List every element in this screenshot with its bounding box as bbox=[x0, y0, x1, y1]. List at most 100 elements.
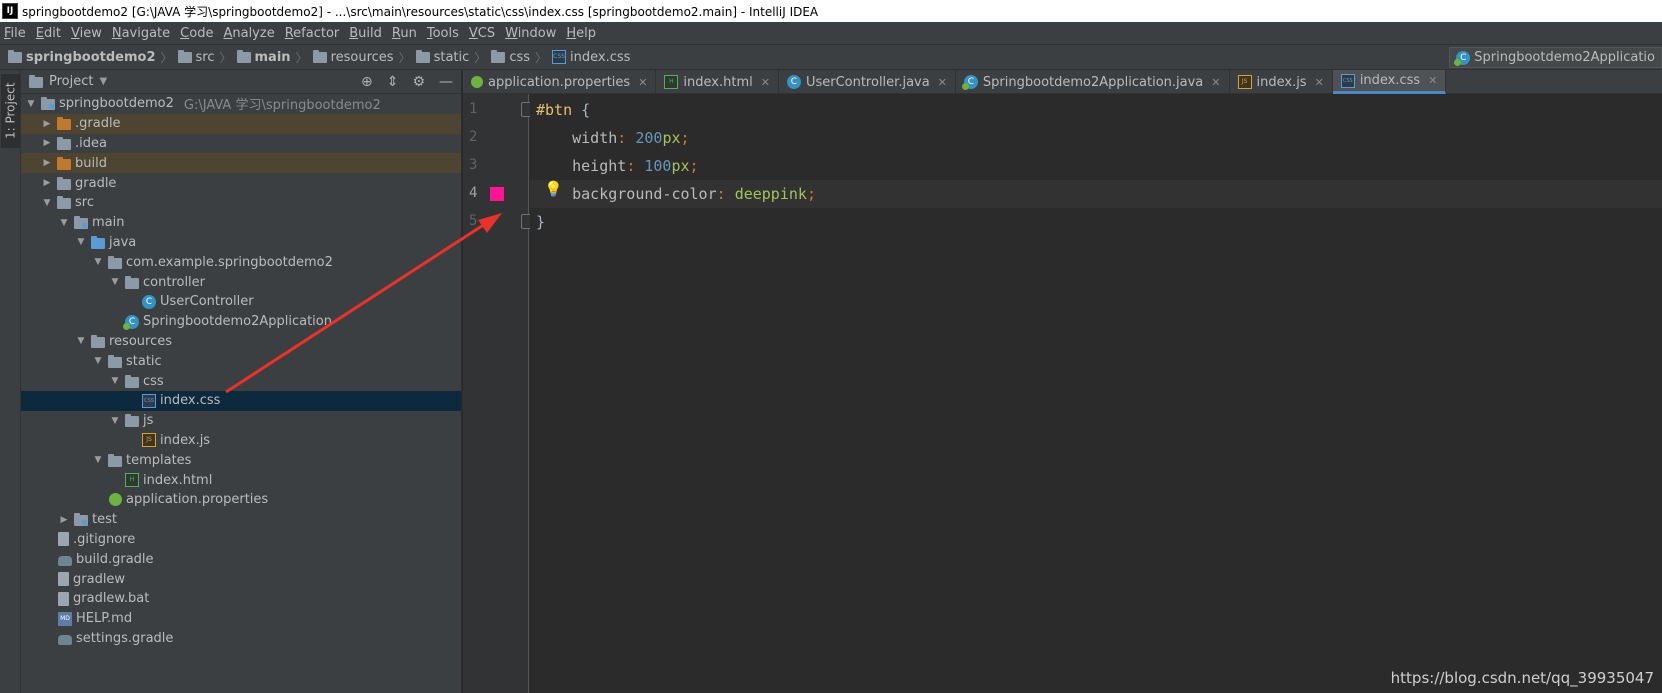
css-unit: px bbox=[662, 129, 681, 147]
breadcrumb-css[interactable]: css bbox=[509, 50, 530, 65]
menu-run[interactable]: Run bbox=[392, 26, 417, 41]
breadcrumb-static[interactable]: static bbox=[434, 50, 470, 65]
code-editor[interactable]: #btn { width: 200px; height: 100px; back… bbox=[530, 94, 1662, 693]
expanded-arrow-icon[interactable]: ▼ bbox=[109, 376, 121, 386]
tree-row-gradlew-bat[interactable]: gradlew.bat bbox=[21, 589, 461, 609]
tree-row-root[interactable]: ▼ springbootdemo2 G:\JAVA 学习\springbootd… bbox=[21, 94, 461, 114]
tree-row-test[interactable]: ▶ test bbox=[21, 510, 461, 530]
expanded-arrow-icon[interactable]: ▼ bbox=[75, 336, 87, 346]
tree-row-index-js[interactable]: JS index.js bbox=[21, 431, 461, 451]
tree-label: springbootdemo2 bbox=[59, 96, 174, 112]
breadcrumb-src[interactable]: src bbox=[196, 50, 215, 65]
run-configuration-selector[interactable]: C Springbootdemo2Applicatio bbox=[1449, 47, 1662, 68]
collapsed-arrow-icon[interactable]: ▶ bbox=[41, 138, 53, 148]
close-icon[interactable]: ✕ bbox=[638, 76, 647, 89]
css-selector: #btn bbox=[536, 101, 573, 119]
breadcrumb-main[interactable]: main bbox=[255, 50, 291, 65]
expanded-arrow-icon[interactable]: ▼ bbox=[109, 416, 121, 426]
collapse-all-icon[interactable]: ⇕ bbox=[387, 74, 399, 90]
expanded-arrow-icon[interactable]: ▼ bbox=[92, 257, 104, 267]
tree-row-usercontroller[interactable]: C UserController bbox=[21, 292, 461, 312]
project-tool-window-tab[interactable]: 1: Project bbox=[1, 74, 20, 148]
tab-label: UserController.java bbox=[805, 74, 930, 90]
tree-row-main[interactable]: ▼ main bbox=[21, 213, 461, 233]
tree-row-application-properties[interactable]: application.properties bbox=[21, 490, 461, 510]
expanded-arrow-icon[interactable]: ▼ bbox=[92, 356, 104, 366]
hide-minus-icon[interactable]: — bbox=[439, 74, 453, 90]
expanded-arrow-icon[interactable]: ▼ bbox=[92, 455, 104, 465]
tree-row-idea[interactable]: ▶ .idea bbox=[21, 134, 461, 154]
menu-code[interactable]: Code bbox=[180, 26, 213, 41]
tree-label: src bbox=[75, 195, 94, 211]
text-file-icon bbox=[58, 532, 69, 547]
expanded-arrow-icon[interactable]: ▼ bbox=[25, 99, 37, 109]
tree-row-gradle[interactable]: ▶ gradle bbox=[21, 173, 461, 193]
project-panel-title[interactable]: Project bbox=[49, 74, 93, 89]
menu-vcs[interactable]: VCS bbox=[469, 26, 495, 41]
css-property: background-color bbox=[572, 185, 717, 203]
tree-row-gradlew[interactable]: gradlew bbox=[21, 569, 461, 589]
collapsed-arrow-icon[interactable]: ▶ bbox=[41, 119, 53, 129]
tree-label: settings.gradle bbox=[76, 630, 174, 646]
collapsed-arrow-icon[interactable]: ▶ bbox=[41, 178, 53, 188]
menu-edit[interactable]: Edit bbox=[36, 26, 61, 41]
collapsed-arrow-icon[interactable]: ▶ bbox=[58, 515, 70, 525]
breadcrumb-resources[interactable]: resources bbox=[331, 50, 394, 65]
gear-icon[interactable]: ⚙ bbox=[412, 74, 425, 90]
expanded-arrow-icon[interactable]: ▼ bbox=[75, 237, 87, 247]
run-config-label: Springbootdemo2Applicatio bbox=[1474, 50, 1655, 65]
tree-row-css-folder[interactable]: ▼ css bbox=[21, 371, 461, 391]
menu-window[interactable]: Window bbox=[505, 26, 556, 41]
lightbulb-icon[interactable]: 💡 bbox=[544, 180, 563, 198]
tree-row-java[interactable]: ▼ java bbox=[21, 233, 461, 253]
menu-refactor[interactable]: Refactor bbox=[285, 26, 340, 41]
tree-row-templates[interactable]: ▼ templates bbox=[21, 450, 461, 470]
code-line-2: width: 200px; bbox=[572, 129, 690, 147]
collapsed-arrow-icon[interactable]: ▶ bbox=[41, 158, 53, 168]
tree-row-src[interactable]: ▼ src bbox=[21, 193, 461, 213]
menu-tools[interactable]: Tools bbox=[427, 26, 459, 41]
color-swatch-icon[interactable] bbox=[490, 187, 504, 201]
menu-analyze[interactable]: Analyze bbox=[223, 26, 274, 41]
tree-row-package[interactable]: ▼ com.example.springbootdemo2 bbox=[21, 252, 461, 272]
close-icon[interactable]: ✕ bbox=[938, 76, 947, 89]
folder-icon bbox=[125, 374, 139, 388]
expanded-arrow-icon[interactable]: ▼ bbox=[109, 277, 121, 287]
breadcrumb-project[interactable]: springbootdemo2 bbox=[26, 50, 156, 65]
expanded-arrow-icon[interactable]: ▼ bbox=[41, 198, 53, 208]
tree-row-controller[interactable]: ▼ controller bbox=[21, 272, 461, 292]
expanded-arrow-icon[interactable]: ▼ bbox=[58, 218, 70, 228]
tab-label: Springbootdemo2Application.java bbox=[982, 74, 1204, 90]
close-icon[interactable]: ✕ bbox=[1315, 76, 1324, 89]
tree-row-static[interactable]: ▼ static bbox=[21, 351, 461, 371]
tab-index-html[interactable]: H index.html ✕ bbox=[656, 70, 779, 94]
tree-row-resources[interactable]: ▼ resources bbox=[21, 332, 461, 352]
close-icon[interactable]: ✕ bbox=[1211, 76, 1220, 89]
menu-file[interactable]: File bbox=[4, 26, 26, 41]
tree-row-gitignore[interactable]: .gitignore bbox=[21, 530, 461, 550]
tab-usercontroller-java[interactable]: C UserController.java ✕ bbox=[779, 70, 956, 94]
tab-application-java[interactable]: C Springbootdemo2Application.java ✕ bbox=[956, 70, 1230, 94]
tree-row-dot-gradle[interactable]: ▶ .gradle bbox=[21, 113, 461, 134]
close-icon[interactable]: ✕ bbox=[761, 76, 770, 89]
source-root-folder-icon bbox=[91, 235, 105, 249]
tree-row-settings-gradle[interactable]: settings.gradle bbox=[21, 629, 461, 649]
tab-application-properties[interactable]: application.properties ✕ bbox=[463, 70, 657, 94]
tree-row-application-class[interactable]: C Springbootdemo2Application bbox=[21, 312, 461, 332]
menu-navigate[interactable]: Navigate bbox=[112, 26, 170, 41]
tree-row-build[interactable]: ▶ build bbox=[21, 153, 461, 174]
tab-index-css[interactable]: CSS index.css ✕ bbox=[1332, 70, 1447, 94]
menu-build[interactable]: Build bbox=[349, 26, 382, 41]
tree-row-build-gradle[interactable]: build.gradle bbox=[21, 549, 461, 569]
tree-row-help-md[interactable]: MD HELP.md bbox=[21, 609, 461, 629]
breadcrumb-index-css[interactable]: index.css bbox=[570, 50, 630, 65]
tree-row-index-html[interactable]: H index.html bbox=[21, 470, 461, 490]
menu-help[interactable]: Help bbox=[566, 26, 596, 41]
tree-row-index-css[interactable]: CSS index.css bbox=[21, 390, 461, 411]
tab-index-js[interactable]: JS index.js ✕ bbox=[1230, 70, 1333, 94]
menu-view[interactable]: View bbox=[71, 26, 102, 41]
tree-row-js-folder[interactable]: ▼ js bbox=[21, 411, 461, 431]
chevron-down-icon[interactable]: ▼ bbox=[99, 76, 107, 87]
locate-target-icon[interactable]: ⊕ bbox=[361, 74, 373, 90]
close-icon[interactable]: ✕ bbox=[1428, 74, 1437, 87]
